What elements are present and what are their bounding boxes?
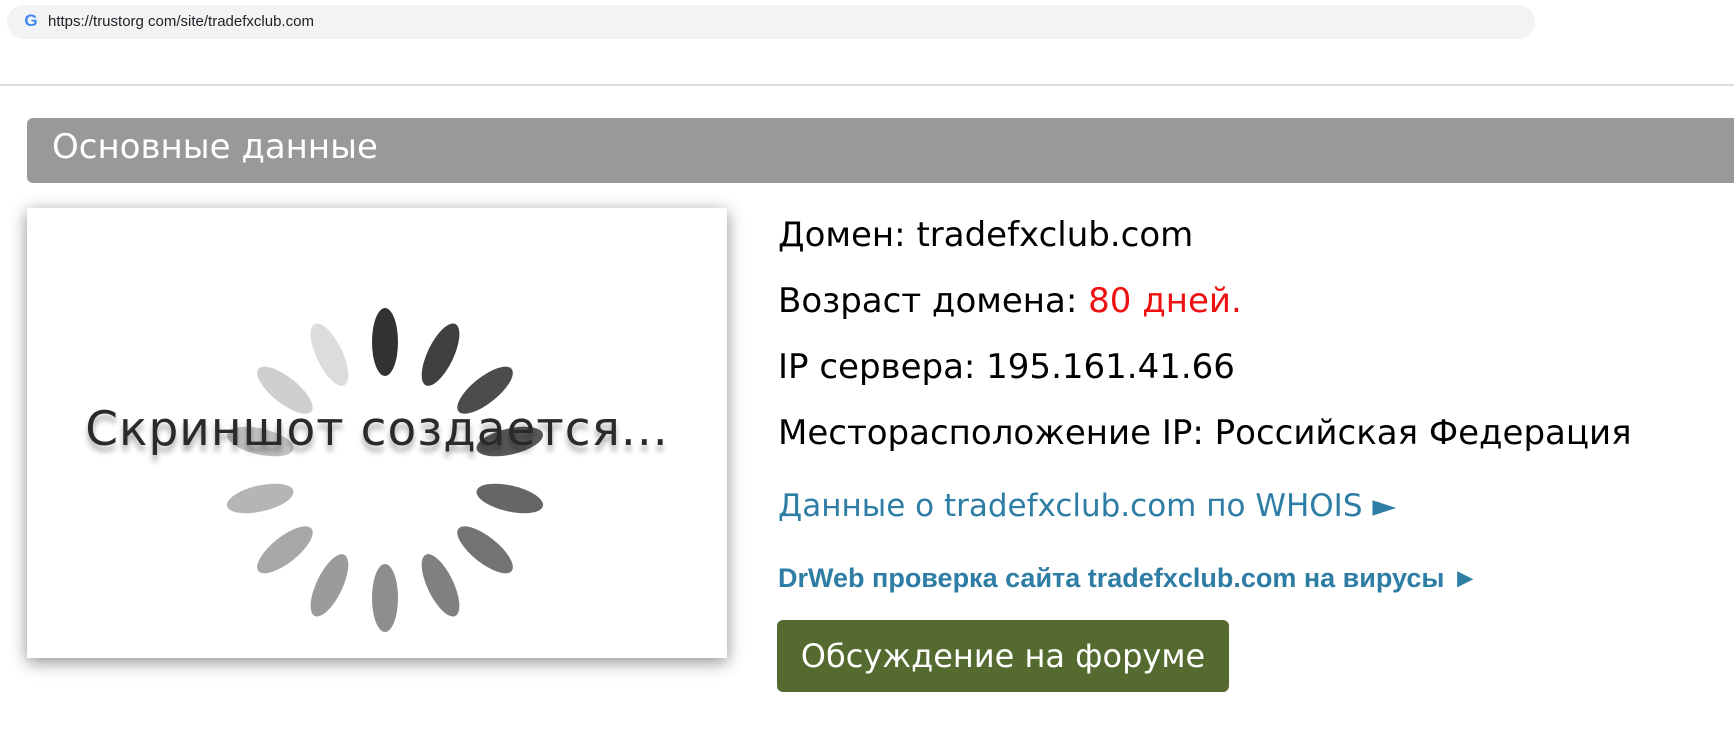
address-bar[interactable]: G https://trustorg com/site/tradefxclub.… — [7, 5, 1535, 39]
spinner-petal — [457, 526, 513, 574]
ip-location-value: Российская Федерация — [1214, 413, 1632, 453]
domain-age-value: 80 дней. — [1088, 281, 1242, 321]
domain-row: Домен: tradefxclub.com — [778, 215, 1193, 255]
spinner-petal — [257, 526, 313, 574]
spinner-petal — [372, 308, 398, 376]
forum-button-label: Обсуждение на форуме — [800, 637, 1206, 675]
server-ip-value: 195.161.41.66 — [986, 347, 1235, 387]
drweb-link[interactable]: DrWeb проверка сайта tradefxclub.com на … — [778, 563, 1479, 594]
server-ip-label: IP сервера: — [778, 347, 976, 387]
section-title: Основные данные — [52, 127, 378, 167]
domain-label: Домен: — [778, 215, 906, 255]
spinner-petal — [226, 483, 294, 514]
google-g-icon: G — [24, 11, 38, 30]
ip-location-row: Месторасположение IP: Российская Федерац… — [778, 413, 1632, 453]
url-text[interactable]: https://trustorg com/site/tradefxclub.co… — [48, 13, 314, 30]
forum-discussion-button[interactable]: Обсуждение на форуме — [777, 620, 1229, 692]
spinner-petal — [421, 554, 460, 617]
spinner-petal — [372, 564, 398, 632]
section-header: Основные данные — [27, 118, 1734, 183]
divider — [0, 84, 1734, 86]
site-screenshot-placeholder: Скриншот создается... — [27, 208, 727, 658]
spinner-petal — [310, 554, 349, 617]
spinner-petal — [476, 483, 544, 514]
ip-location-label: Месторасположение IP: — [778, 413, 1204, 453]
domain-age-row: Возраст домена: 80 дней. — [778, 281, 1242, 321]
server-ip-row: IP сервера: 195.161.41.66 — [778, 347, 1235, 387]
whois-link[interactable]: Данные о tradefxclub.com по WHOIS ► — [778, 488, 1396, 524]
domain-age-label: Возраст домена: — [778, 281, 1078, 321]
spinner-petal — [421, 323, 460, 386]
domain-value: tradefxclub.com — [916, 215, 1194, 255]
screenshot-status-text: Скриншот создается... — [85, 402, 669, 457]
spinner-petal — [310, 323, 349, 386]
